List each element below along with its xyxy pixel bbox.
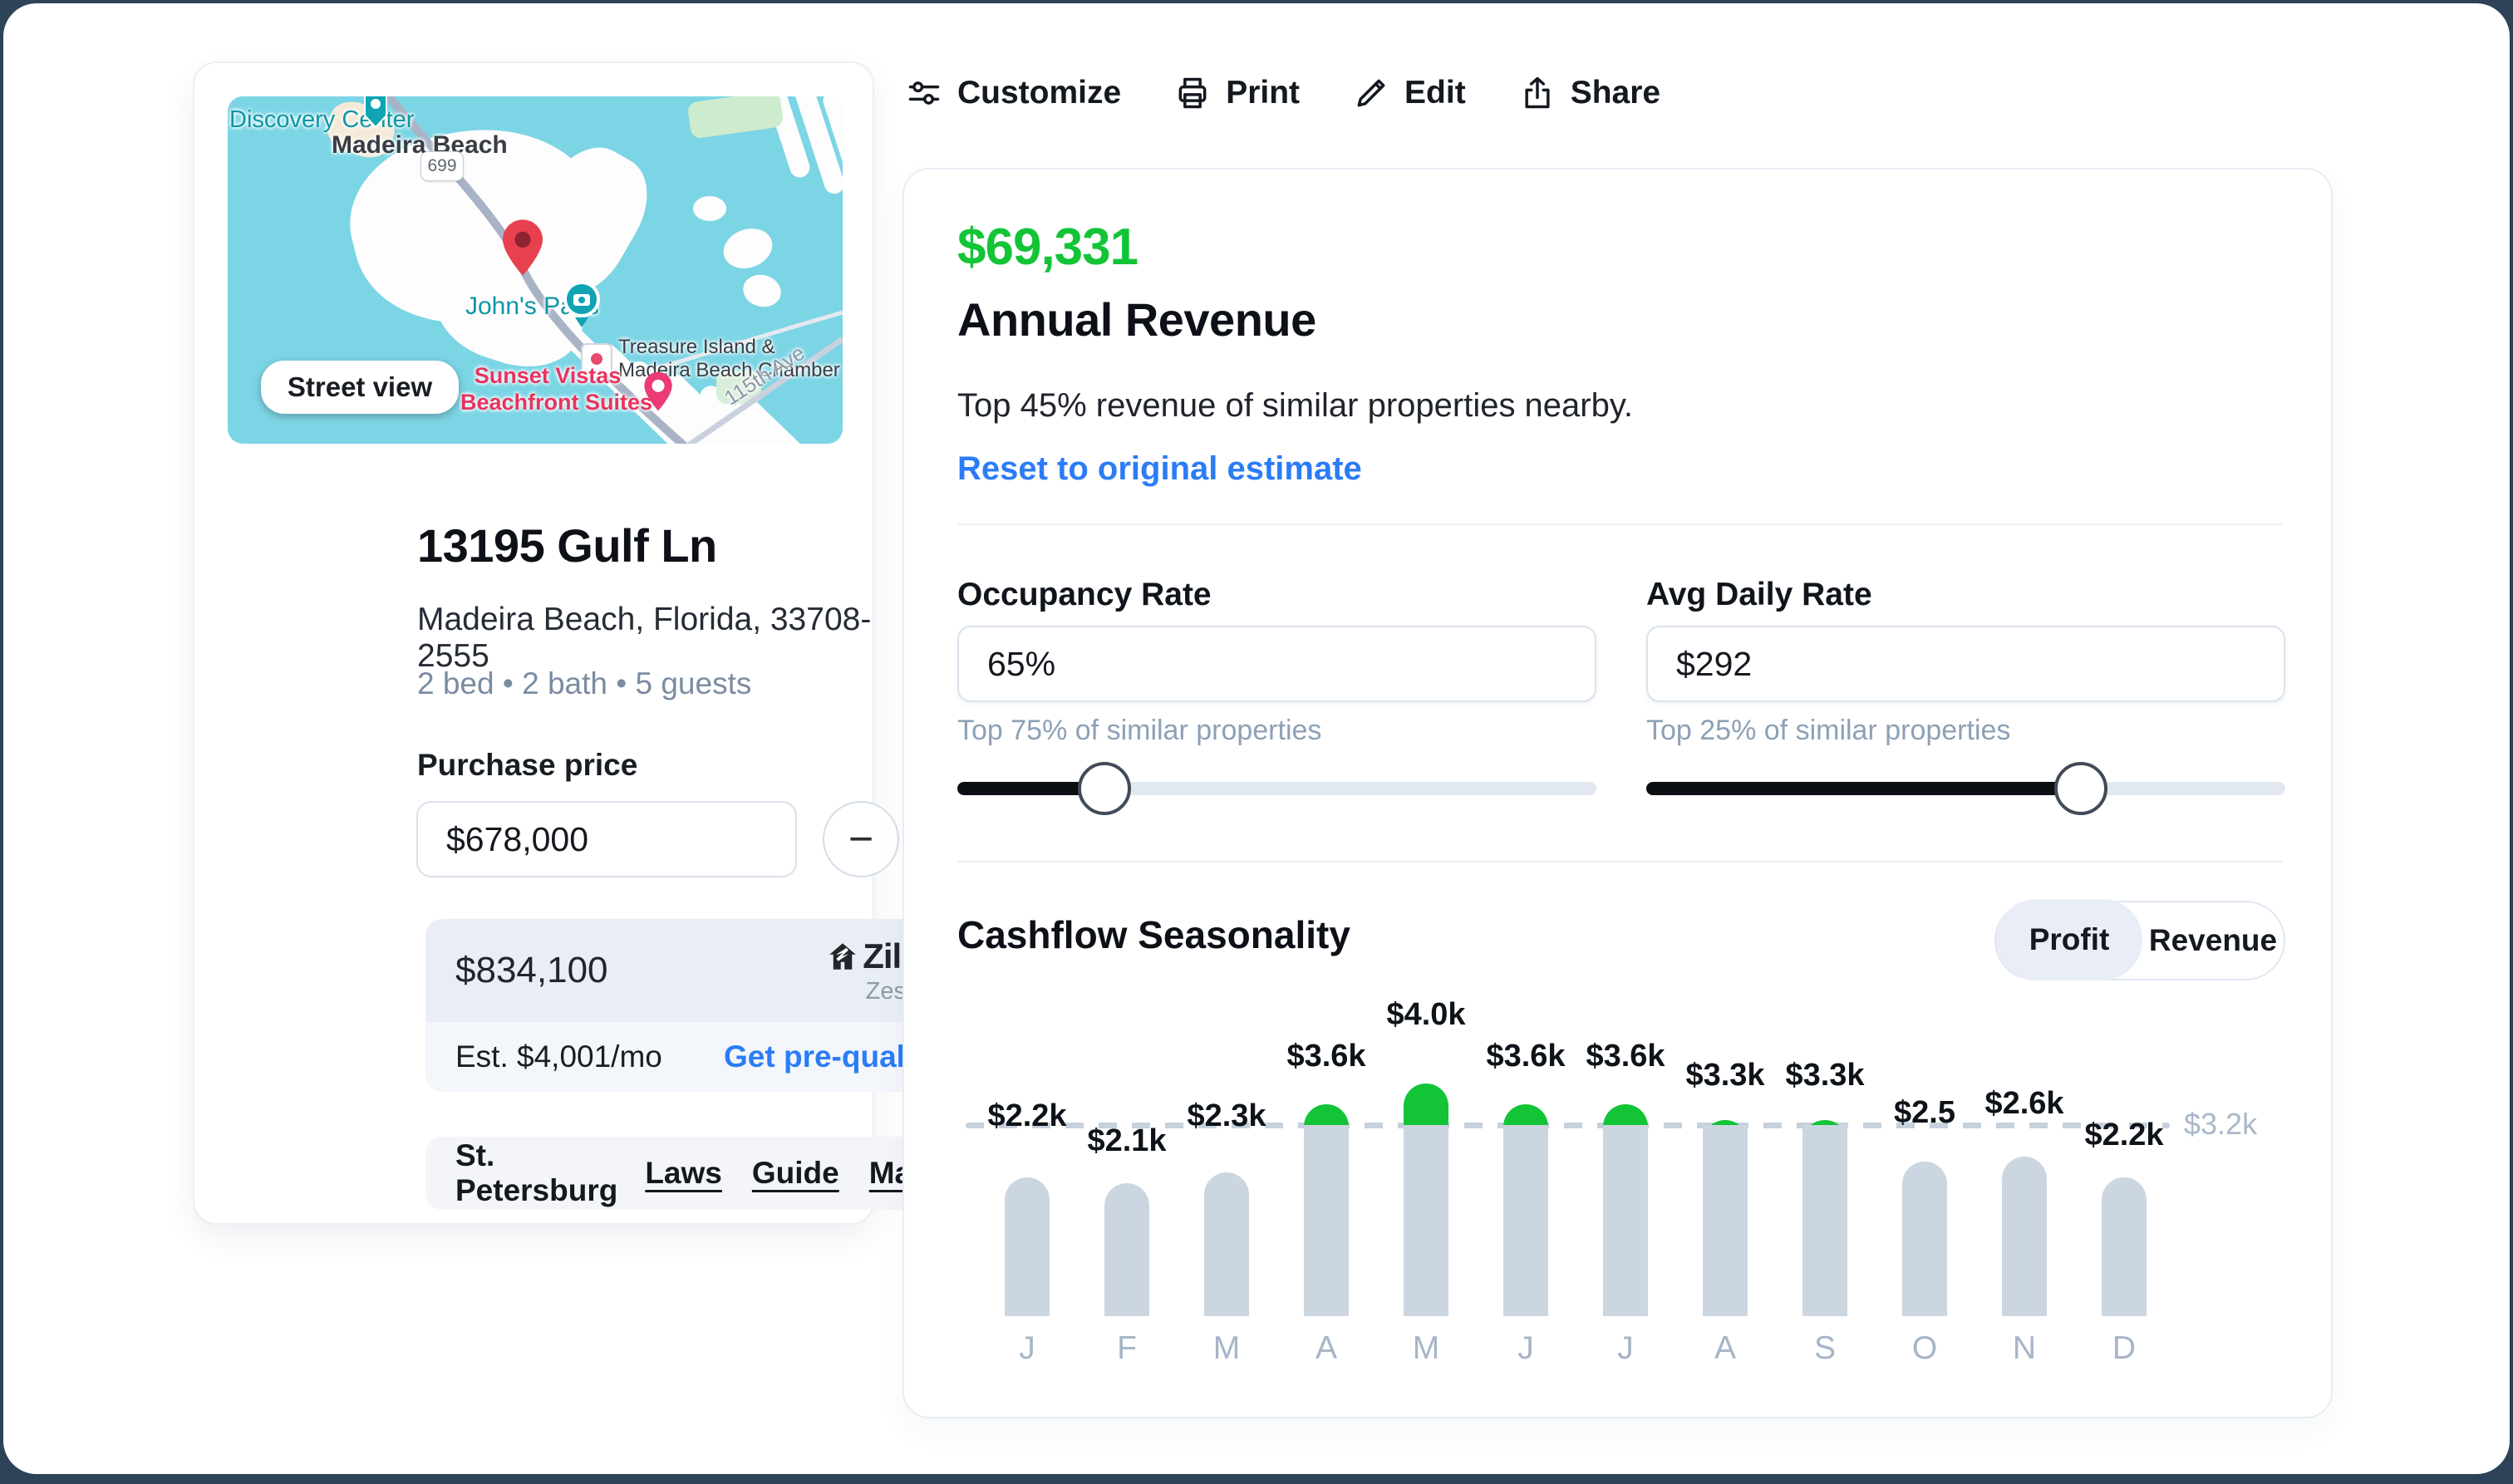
share-icon bbox=[1525, 76, 1550, 109]
address-line2: Madeira Beach, Florida, 33708-2555 bbox=[417, 602, 872, 674]
share-button[interactable]: Share bbox=[1519, 75, 1660, 111]
month-axis-label: N bbox=[2012, 1330, 2037, 1366]
profit-revenue-toggle: Profit Revenue bbox=[1994, 899, 2285, 980]
purchase-price-label: Purchase price bbox=[417, 748, 638, 782]
property-card: Discovery Center Madeira Beach 699 John'… bbox=[193, 61, 1001, 1225]
avg-daily-rate-label: Avg Daily Rate bbox=[1646, 577, 1872, 612]
property-pin-icon[interactable] bbox=[499, 218, 547, 278]
bar-base bbox=[1204, 1172, 1249, 1316]
cashflow-seasonality-title: Cashflow Seasonality bbox=[957, 913, 1350, 956]
bar-base bbox=[1005, 1177, 1050, 1316]
chart-bar-M4 bbox=[1404, 1084, 1448, 1316]
laws-link[interactable]: Laws bbox=[645, 1156, 722, 1191]
bar-value-label: $3.3k bbox=[1785, 1058, 1865, 1093]
month-axis-label: F bbox=[1117, 1330, 1137, 1366]
month-axis-label: S bbox=[1813, 1330, 1836, 1366]
annual-revenue-amount: $69,331 bbox=[957, 219, 1138, 276]
chart-bar-M2 bbox=[1204, 1172, 1249, 1316]
adr-slider[interactable] bbox=[1646, 762, 2285, 815]
chart-bar-J5 bbox=[1503, 1104, 1548, 1316]
occupancy-rate-label: Occupancy Rate bbox=[957, 577, 1212, 612]
toggle-revenue[interactable]: Revenue bbox=[2142, 901, 2284, 980]
chart-bar-J6 bbox=[1603, 1104, 1648, 1316]
reset-estimate-link[interactable]: Reset to original estimate bbox=[957, 450, 1362, 488]
route-shield-699: 699 bbox=[420, 151, 464, 181]
bar-value-label: $2.2k bbox=[2084, 1118, 2164, 1152]
map-label-sunset-vistas: Sunset Vistas Beachfront Suites bbox=[460, 363, 653, 415]
chart-bar-S8 bbox=[1802, 1120, 1847, 1316]
discovery-pin-icon bbox=[364, 96, 387, 129]
month-axis-label: A bbox=[1714, 1330, 1736, 1366]
month-axis-label: O bbox=[1911, 1330, 1938, 1366]
monthly-estimate: Est. $4,001/mo bbox=[455, 1039, 662, 1074]
map-label-city: Madeira Beach bbox=[332, 131, 508, 159]
market-city: St. Petersburg bbox=[455, 1138, 618, 1207]
bar-base bbox=[1304, 1125, 1349, 1316]
edit-icon bbox=[1357, 79, 1385, 107]
bar-base bbox=[2102, 1177, 2147, 1316]
bar-value-label: $3.6k bbox=[1286, 1039, 1366, 1074]
bar-base bbox=[1802, 1125, 1847, 1316]
occupancy-slider-handle[interactable] bbox=[1077, 762, 1131, 815]
camera-poi-icon bbox=[563, 281, 600, 327]
decrease-price-button[interactable]: − bbox=[823, 801, 899, 877]
adr-slider-handle[interactable] bbox=[2053, 762, 2107, 815]
slider-fill bbox=[1646, 782, 2081, 795]
divider bbox=[957, 861, 2282, 862]
toggle-profit[interactable]: Profit bbox=[1996, 899, 2142, 980]
bar-base bbox=[1404, 1125, 1448, 1316]
bar-base bbox=[1703, 1125, 1748, 1316]
sunset-pin-icon bbox=[644, 371, 672, 411]
threshold-label: $3.2k bbox=[2184, 1107, 2258, 1142]
month-axis-label: D bbox=[2112, 1330, 2137, 1366]
adr-helper-text: Top 25% of similar properties bbox=[1646, 715, 2011, 746]
chart-bar-A7 bbox=[1703, 1120, 1748, 1316]
map[interactable]: Discovery Center Madeira Beach 699 John'… bbox=[228, 96, 843, 444]
edit-button[interactable]: Edit bbox=[1353, 75, 1466, 111]
chart-bar-F1 bbox=[1104, 1183, 1149, 1316]
divider bbox=[957, 523, 2282, 525]
bar-base bbox=[1104, 1183, 1149, 1316]
month-axis-label: J bbox=[1617, 1330, 1634, 1366]
month-axis-label: J bbox=[1517, 1330, 1534, 1366]
chart-bar-N10 bbox=[2002, 1157, 2047, 1316]
seasonality-chart: $3.2k $2.2k J $2.1k F $2.3k M $3.6k A $4.0k M $3.6k… bbox=[957, 985, 2299, 1401]
month-axis-label: J bbox=[1019, 1330, 1035, 1366]
customize-icon bbox=[908, 81, 940, 105]
zillow-logo-icon bbox=[829, 942, 856, 970]
bar-base bbox=[1603, 1125, 1648, 1316]
purchase-price-input[interactable] bbox=[416, 801, 797, 877]
street-view-button[interactable]: Street view bbox=[261, 361, 459, 414]
month-axis-label: M bbox=[1212, 1330, 1241, 1366]
annual-revenue-title: Annual Revenue bbox=[957, 293, 1316, 346]
print-icon bbox=[1178, 77, 1207, 109]
bar-value-label: $2.3k bbox=[1187, 1098, 1266, 1133]
guide-link[interactable]: Guide bbox=[752, 1156, 839, 1191]
bar-value-label: $4.0k bbox=[1386, 997, 1466, 1032]
zestimate-value: $834,100 bbox=[455, 950, 608, 990]
revenue-subtitle: Top 45% revenue of similar properties ne… bbox=[957, 387, 1634, 424]
occupancy-rate-input[interactable] bbox=[957, 626, 1596, 702]
chart-bar-O9 bbox=[1902, 1162, 1947, 1316]
bar-base bbox=[2002, 1157, 2047, 1316]
address-line1: 13195 Gulf Ln bbox=[417, 519, 717, 572]
toolbar: Customize Print Edit Share bbox=[906, 66, 1660, 120]
app-page: Discovery Center Madeira Beach 699 John'… bbox=[3, 3, 2510, 1474]
revenue-card: $69,331 Annual Revenue Top 45% revenue o… bbox=[902, 168, 2333, 1418]
print-button[interactable]: Print bbox=[1174, 75, 1300, 111]
chart-bar-A3 bbox=[1304, 1104, 1349, 1316]
month-axis-label: M bbox=[1412, 1330, 1440, 1366]
bar-base bbox=[1902, 1162, 1947, 1316]
month-axis-label: A bbox=[1315, 1330, 1337, 1366]
chart-bar-D11 bbox=[2102, 1177, 2147, 1316]
chart-bar-J0 bbox=[1005, 1177, 1050, 1316]
customize-button[interactable]: Customize bbox=[906, 75, 1121, 111]
avg-daily-rate-input[interactable] bbox=[1646, 626, 2285, 702]
bar-base bbox=[1503, 1125, 1548, 1316]
property-specs: 2 bed • 2 bath • 5 guests bbox=[417, 666, 752, 700]
occupancy-slider[interactable] bbox=[957, 762, 1596, 815]
occupancy-helper-text: Top 75% of similar properties bbox=[957, 715, 1322, 746]
